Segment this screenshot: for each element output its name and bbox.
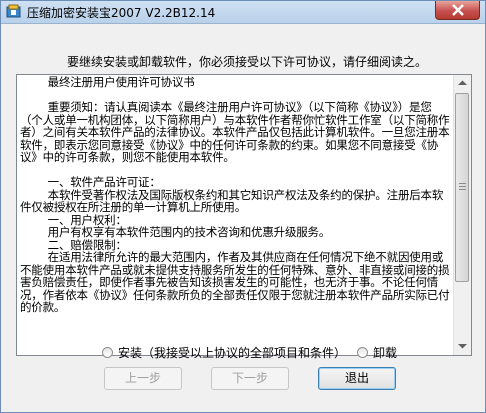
install-label: 安装（我接受以上协议的全部项目和条件） bbox=[118, 345, 347, 360]
title-bar[interactable]: 压缩加密安装宝2007 V2.2B12.14 bbox=[1, 1, 485, 24]
scroll-up-button[interactable] bbox=[454, 75, 471, 92]
uninstall-radio[interactable] bbox=[357, 346, 368, 358]
arrow-down-icon bbox=[458, 344, 467, 349]
window-title: 压缩加密安装宝2007 V2.2B12.14 bbox=[27, 6, 216, 20]
app-icon bbox=[6, 4, 21, 18]
close-button[interactable] bbox=[435, 1, 480, 20]
uninstall-label: 卸载 bbox=[373, 345, 398, 360]
instruction-text: 要继续安装或卸载软件，你必须接受以下许可协议，请仔细阅读之。 bbox=[67, 55, 428, 69]
arrow-up-icon bbox=[458, 80, 467, 85]
license-text: 最终注册用户使用许可协议书 重要须知：请认真阅读本《最终注册用户许可协议》（以下… bbox=[20, 76, 450, 314]
license-scrollbar[interactable] bbox=[453, 75, 471, 355]
prev-button[interactable]: 上一步 bbox=[104, 367, 182, 390]
next-button[interactable]: 下一步 bbox=[211, 367, 289, 390]
installer-window: 压缩加密安装宝2007 V2.2B12.14 要继续安装或卸载软件，你必须接受以… bbox=[0, 0, 486, 413]
scroll-down-button[interactable] bbox=[454, 338, 471, 355]
exit-button[interactable]: 退出 bbox=[318, 367, 396, 390]
close-icon bbox=[452, 4, 464, 16]
dialog-client-area: 要继续安装或卸载软件，你必须接受以下许可协议，请仔细阅读之。 最终注册用户使用许… bbox=[8, 31, 480, 407]
install-radio[interactable] bbox=[102, 346, 113, 358]
license-textbox[interactable]: 最终注册用户使用许可协议书 重要须知：请认真阅读本《最终注册用户许可协议》（以下… bbox=[16, 74, 472, 356]
uninstall-option[interactable]: 卸载 bbox=[357, 344, 397, 360]
install-option[interactable]: 安装（我接受以上协议的全部项目和条件） bbox=[102, 344, 346, 360]
scroll-thumb[interactable] bbox=[455, 93, 469, 282]
